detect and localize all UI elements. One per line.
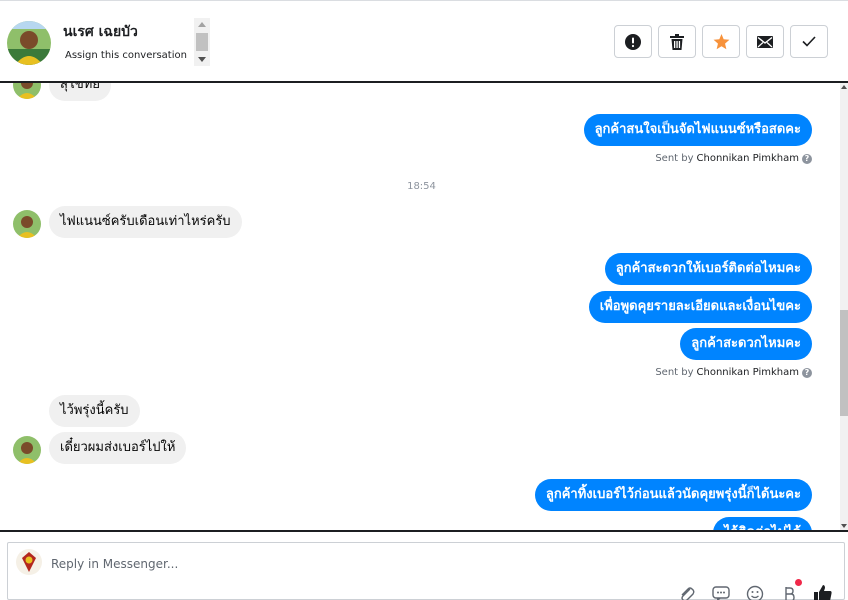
scroll-up-arrow-icon[interactable] bbox=[198, 22, 206, 27]
question-icon[interactable]: ? bbox=[802, 153, 812, 164]
currency-icon[interactable] bbox=[778, 579, 802, 600]
header-top-border bbox=[0, 0, 848, 3]
scrollbar-thumb[interactable] bbox=[840, 310, 848, 416]
mark-unread-button[interactable] bbox=[746, 25, 784, 58]
notification-dot bbox=[795, 579, 802, 586]
scroll-down-arrow-icon[interactable] bbox=[841, 524, 847, 528]
scrollbar-thumb[interactable] bbox=[196, 33, 208, 51]
contact-name: นเรศ เฉยบัว bbox=[63, 24, 138, 40]
mark-done-button[interactable] bbox=[790, 25, 828, 58]
incoming-message: ไว้พรุ่งนี้ครับ bbox=[49, 395, 140, 427]
header-scrollbar[interactable] bbox=[194, 18, 210, 66]
page-avatar bbox=[16, 549, 42, 575]
composer-tools bbox=[676, 579, 834, 600]
star-icon bbox=[713, 33, 729, 49]
envelope-icon bbox=[757, 35, 773, 48]
outgoing-message: ลูกค้าสะดวกไหมคะ bbox=[680, 328, 812, 360]
contact-avatar-small bbox=[13, 436, 41, 464]
messenger-conversation-panel: นเรศ เฉยบัว Assign this conversation สุโ… bbox=[0, 0, 848, 600]
sent-by-prefix: Sent by bbox=[655, 367, 694, 378]
contact-avatar-small bbox=[13, 83, 41, 99]
sender-name[interactable]: Chonnikan Pimkham bbox=[697, 153, 799, 164]
scroll-up-arrow-icon[interactable] bbox=[841, 85, 847, 89]
outgoing-message: ลูกค้าสนใจเป็นจัดไฟแนนซ์หรือสดคะ bbox=[583, 114, 812, 146]
contact-avatar[interactable] bbox=[7, 21, 51, 65]
thread-scrollbar[interactable] bbox=[840, 83, 848, 530]
check-icon bbox=[802, 36, 816, 47]
outgoing-message: ไว้ติดต่อไปได้ bbox=[713, 517, 812, 530]
sent-by-label: Sent by Chonnikan Pimkham ? bbox=[655, 367, 812, 378]
conversation-header: นเรศ เฉยบัว Assign this conversation bbox=[0, 0, 848, 83]
exclamation-icon bbox=[625, 33, 641, 50]
reply-composer bbox=[7, 542, 845, 600]
incoming-message: ไฟแนนซ์ครับเดือนเท่าไหร่ครับ bbox=[49, 206, 242, 238]
message-thread[interactable]: สุโขทัย ลูกค้าสนใจเป็นจัดไฟแนนซ์หรือสดคะ… bbox=[0, 83, 848, 530]
outgoing-message: เพื่อพูดคุยรายละเอียดและเงื่อนไขคะ bbox=[588, 291, 812, 323]
incoming-message: เดี๋ยวผมส่งเบอร์ไปให้ bbox=[49, 432, 187, 464]
sent-by-label: Sent by Chonnikan Pimkham ? bbox=[655, 153, 812, 164]
delete-button[interactable] bbox=[658, 25, 696, 58]
reply-input[interactable] bbox=[51, 555, 691, 573]
conversation-actions bbox=[614, 25, 828, 58]
star-button[interactable] bbox=[702, 25, 740, 58]
assign-label: Assign this conversation bbox=[65, 50, 187, 61]
timestamp-separator: 18:54 bbox=[407, 181, 436, 192]
mark-spam-button[interactable] bbox=[614, 25, 652, 58]
outgoing-message: ลูกค้าทิ้งเบอร์ไว้ก่อนแล้วนัดคุยพรุ่งนี้… bbox=[534, 479, 812, 511]
contact-avatar-small bbox=[13, 210, 41, 238]
emoji-icon[interactable] bbox=[744, 583, 766, 600]
trash-icon bbox=[670, 33, 684, 50]
sent-by-prefix: Sent by bbox=[655, 153, 694, 164]
thumbs-up-icon[interactable] bbox=[812, 583, 834, 600]
paperclip-icon[interactable] bbox=[676, 583, 698, 600]
question-icon[interactable]: ? bbox=[802, 367, 812, 378]
outgoing-message: ลูกค้าสะดวกให้เบอร์ติดต่อไหมคะ bbox=[604, 253, 812, 285]
incoming-message: สุโขทัย bbox=[49, 83, 111, 101]
composer-divider bbox=[0, 530, 848, 532]
scroll-down-arrow-icon[interactable] bbox=[198, 57, 206, 62]
assign-conversation-dropdown[interactable]: Assign this conversation bbox=[65, 50, 206, 61]
sender-name[interactable]: Chonnikan Pimkham bbox=[697, 367, 799, 378]
saved-reply-icon[interactable] bbox=[710, 583, 732, 600]
